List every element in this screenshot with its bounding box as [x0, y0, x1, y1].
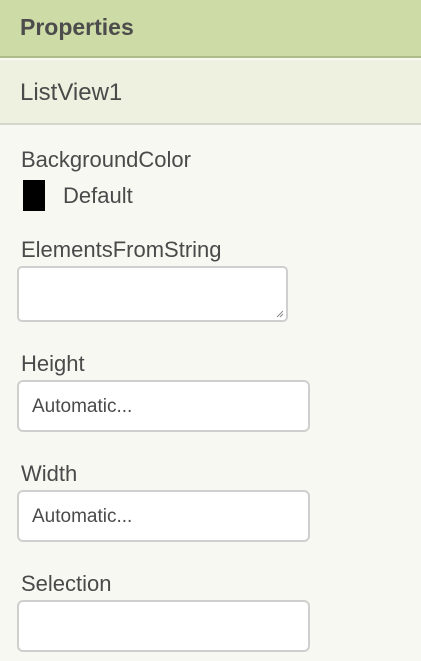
background-color-value[interactable]: Default — [63, 183, 133, 209]
elements-from-string-textarea[interactable] — [17, 266, 288, 322]
height-value: Automatic... — [32, 396, 133, 417]
properties-panel: Properties ListView1 BackgroundColor Def… — [0, 0, 421, 661]
height-label: Height — [21, 351, 85, 376]
background-color-label: BackgroundColor — [21, 147, 191, 172]
height-input[interactable]: Automatic... — [17, 380, 310, 432]
selection-label: Selection — [21, 571, 112, 596]
width-input[interactable]: Automatic... — [17, 490, 310, 542]
resize-grip-icon[interactable] — [276, 310, 284, 318]
background-color-swatch[interactable] — [23, 180, 45, 211]
properties-header: Properties — [0, 0, 421, 58]
width-label: Width — [21, 461, 78, 486]
elements-from-string-label: ElementsFromString — [21, 237, 222, 262]
selected-component-bar: ListView1 — [0, 60, 421, 125]
selection-input[interactable] — [17, 600, 310, 652]
properties-title: Properties — [20, 14, 134, 40]
width-value: Automatic... — [32, 506, 133, 527]
selected-component-name: ListView1 — [20, 79, 123, 106]
